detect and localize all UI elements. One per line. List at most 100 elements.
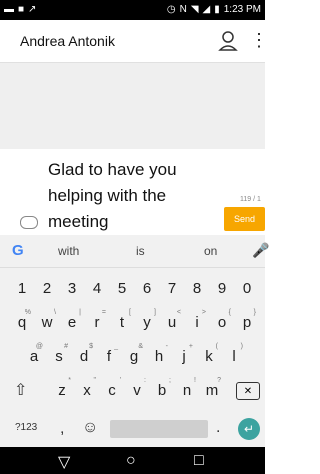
key-y[interactable]: y]: [135, 309, 159, 335]
key-h[interactable]: h-: [147, 343, 171, 369]
status-left-icons: ▬ ■ ↗: [4, 3, 36, 17]
key-label: t: [119, 313, 125, 331]
key-m[interactable]: m?: [200, 377, 224, 403]
key-hint: #: [64, 343, 68, 350]
symbols-key[interactable]: ?123: [15, 422, 37, 433]
key-l[interactable]: l): [222, 343, 246, 369]
status-time: 1:23 PM: [223, 4, 261, 15]
key-hint: $: [89, 343, 93, 350]
key-d[interactable]: d $: [72, 343, 96, 369]
key-e[interactable]: e |: [60, 309, 84, 335]
status-bar: ▬ ■ ↗ ◷ N ◥ ◢ ▮ 1:23 PM: [0, 0, 265, 20]
key-2[interactable]: 2: [35, 275, 59, 301]
key-0[interactable]: 0: [235, 275, 259, 301]
emoji-icon[interactable]: ☺: [82, 419, 98, 437]
key-k[interactable]: k(: [197, 343, 221, 369]
key-x[interactable]: x ": [75, 377, 99, 403]
send-button[interactable]: Send: [224, 207, 265, 231]
enter-icon[interactable]: ↵: [238, 418, 260, 440]
space-bar[interactable]: [110, 420, 208, 438]
mic-icon[interactable]: 🎤: [252, 242, 269, 259]
key-r[interactable]: r =: [85, 309, 109, 335]
key-q[interactable]: q%: [10, 309, 34, 335]
suggestion-1[interactable]: with: [58, 244, 79, 258]
key-3[interactable]: 3: [60, 275, 84, 301]
nfc-icon: N: [179, 4, 187, 15]
key-label: q: [17, 313, 27, 331]
key-hint: *: [68, 377, 71, 384]
wifi-icon: ◥: [190, 4, 199, 15]
key-6[interactable]: 6: [135, 275, 159, 301]
key-label: u: [167, 313, 177, 331]
key-hint: ]: [154, 309, 156, 316]
key-w[interactable]: w \: [35, 309, 59, 335]
key-8[interactable]: 8: [185, 275, 209, 301]
suggestion-2[interactable]: is: [136, 244, 145, 258]
person-icon[interactable]: [218, 30, 238, 52]
key-hint: =: [101, 309, 106, 316]
key-label: o: [217, 313, 227, 331]
key-z[interactable]: z *: [50, 377, 74, 403]
key-label: e: [67, 313, 77, 331]
keyboard: G with is on 🎤 1 2 3 4 5 6 7 8 9 0 q% w \…: [0, 235, 269, 447]
letter-row-1: q% w \ e | r = t[ y] u < i > o{ p}: [0, 309, 265, 339]
key-a[interactable]: a @: [22, 343, 46, 369]
key-u[interactable]: u <: [160, 309, 184, 335]
key-label: a: [29, 347, 39, 365]
letter-row-2: a @ s # d $ f _ g & h- j + k( l): [0, 343, 265, 373]
key-j[interactable]: j +: [172, 343, 196, 369]
key-n[interactable]: n!: [175, 377, 199, 403]
key-v[interactable]: v:: [125, 377, 149, 403]
key-hint: (: [215, 343, 218, 350]
key-label: x: [83, 381, 91, 399]
key-hint: @: [35, 343, 43, 350]
battery-icon: ▮: [214, 4, 220, 15]
navigation-bar: ▽ ○ □: [0, 447, 265, 474]
key-g[interactable]: g &: [122, 343, 146, 369]
key-hint: ?: [217, 377, 221, 384]
home-icon[interactable]: ○: [126, 452, 136, 470]
key-hint: [: [129, 309, 131, 316]
key-hint: \: [54, 309, 56, 316]
key-hint: ;: [169, 377, 171, 384]
message-input[interactable]: Glad to have you helping with the meetin…: [48, 157, 208, 235]
status-right-icons: ◷ N ◥ ◢ ▮ 1:23 PM: [167, 3, 261, 17]
key-hint: >: [201, 309, 206, 316]
comma-key[interactable]: ,: [60, 420, 64, 438]
key-label: p: [242, 313, 252, 331]
suggestion-bar: G with is on 🎤: [0, 235, 269, 268]
alarm-icon: ◷: [166, 4, 176, 15]
key-label: j: [182, 347, 186, 365]
conversation-title: Andrea Antonik: [20, 33, 115, 49]
key-4[interactable]: 4: [85, 275, 109, 301]
key-s[interactable]: s #: [47, 343, 71, 369]
recents-icon[interactable]: □: [194, 452, 204, 470]
key-p[interactable]: p}: [235, 309, 259, 335]
key-o[interactable]: o{: [210, 309, 234, 335]
shift-icon[interactable]: ⇧: [14, 380, 27, 400]
key-7[interactable]: 7: [160, 275, 184, 301]
key-label: m: [205, 381, 219, 399]
key-b[interactable]: b;: [150, 377, 174, 403]
backspace-icon[interactable]: ✕: [236, 382, 260, 400]
suggestion-3[interactable]: on: [204, 244, 217, 258]
key-9[interactable]: 9: [210, 275, 234, 301]
key-5[interactable]: 5: [110, 275, 134, 301]
key-i[interactable]: i >: [185, 309, 209, 335]
period-key[interactable]: .: [216, 419, 220, 437]
key-t[interactable]: t[: [110, 309, 134, 335]
key-c[interactable]: c ': [100, 377, 124, 403]
key-label: c: [108, 381, 116, 399]
back-icon[interactable]: ▽: [58, 452, 70, 472]
key-1[interactable]: 1: [10, 275, 34, 301]
key-f[interactable]: f _: [97, 343, 121, 369]
bottom-row: ?123 , ☺ . ↵: [0, 414, 265, 447]
google-icon[interactable]: G: [12, 242, 24, 259]
key-hint: %: [24, 309, 31, 316]
key-hint: {: [228, 309, 231, 316]
char-counter: 119 / 1: [240, 196, 261, 203]
key-label: n: [182, 381, 192, 399]
more-vert-icon[interactable]: ⋮: [250, 30, 268, 50]
image-icon: ■: [18, 4, 25, 15]
chat-bubble-icon: [20, 216, 38, 229]
